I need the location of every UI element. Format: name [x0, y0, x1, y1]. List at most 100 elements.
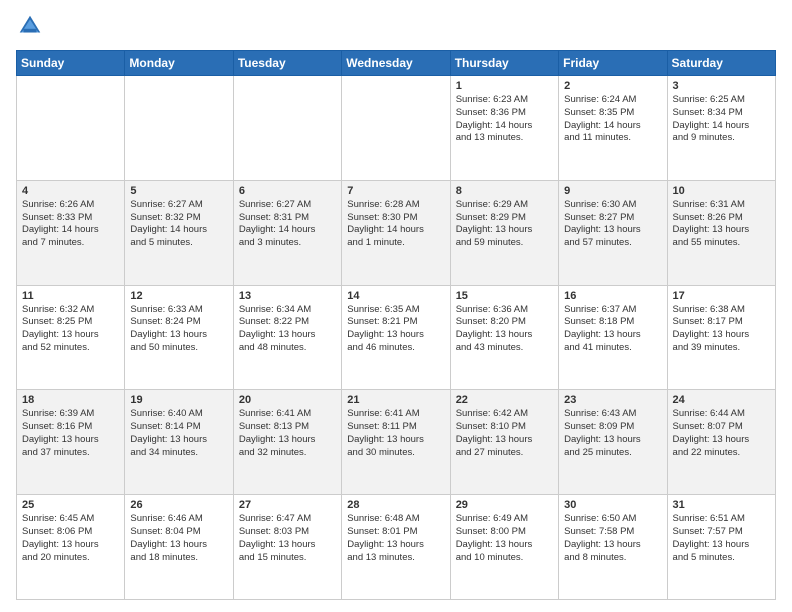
- calendar-cell: 26 Sunrise: 6:46 AM Sunset: 8:04 PM Dayli…: [125, 495, 233, 600]
- day-detail: Sunrise: 6:27 AM Sunset: 8:32 PM Dayligh…: [130, 199, 227, 250]
- day-detail: Sunrise: 6:33 AM Sunset: 8:24 PM Dayligh…: [130, 304, 227, 355]
- calendar-cell: 11 Sunrise: 6:32 AM Sunset: 8:25 PM Dayli…: [17, 285, 125, 390]
- calendar-cell: [125, 76, 233, 181]
- calendar-cell: 4 Sunrise: 6:26 AM Sunset: 8:33 PM Daylig…: [17, 180, 125, 285]
- calendar-cell: 24 Sunrise: 6:44 AM Sunset: 8:07 PM Dayli…: [667, 390, 775, 495]
- calendar-week-3: 11 Sunrise: 6:32 AM Sunset: 8:25 PM Dayli…: [17, 285, 776, 390]
- day-detail: Sunrise: 6:25 AM Sunset: 8:34 PM Dayligh…: [673, 94, 770, 145]
- day-detail: Sunrise: 6:34 AM Sunset: 8:22 PM Dayligh…: [239, 304, 336, 355]
- day-number: 27: [239, 499, 336, 511]
- day-number: 17: [673, 290, 770, 302]
- day-detail: Sunrise: 6:44 AM Sunset: 8:07 PM Dayligh…: [673, 408, 770, 459]
- day-detail: Sunrise: 6:39 AM Sunset: 8:16 PM Dayligh…: [22, 408, 119, 459]
- day-number: 13: [239, 290, 336, 302]
- day-number: 20: [239, 394, 336, 406]
- day-header-friday: Friday: [559, 51, 667, 76]
- day-number: 15: [456, 290, 553, 302]
- day-detail: Sunrise: 6:40 AM Sunset: 8:14 PM Dayligh…: [130, 408, 227, 459]
- page: SundayMondayTuesdayWednesdayThursdayFrid…: [0, 0, 792, 612]
- calendar-cell: 12 Sunrise: 6:33 AM Sunset: 8:24 PM Dayli…: [125, 285, 233, 390]
- day-number: 4: [22, 185, 119, 197]
- day-detail: Sunrise: 6:36 AM Sunset: 8:20 PM Dayligh…: [456, 304, 553, 355]
- day-detail: Sunrise: 6:45 AM Sunset: 8:06 PM Dayligh…: [22, 513, 119, 564]
- day-detail: Sunrise: 6:51 AM Sunset: 7:57 PM Dayligh…: [673, 513, 770, 564]
- calendar-cell: 10 Sunrise: 6:31 AM Sunset: 8:26 PM Dayli…: [667, 180, 775, 285]
- calendar-cell: 29Sunrise: 6:49 AM Sunset: 8:00 PM Dayli…: [450, 495, 558, 600]
- day-detail: Sunrise: 6:50 AM Sunset: 7:58 PM Dayligh…: [564, 513, 661, 564]
- day-number: 29: [456, 499, 553, 511]
- day-number: 3: [673, 80, 770, 92]
- calendar-table: SundayMondayTuesdayWednesdayThursdayFrid…: [16, 50, 776, 600]
- day-number: 24: [673, 394, 770, 406]
- header: [16, 12, 776, 40]
- day-number: 22: [456, 394, 553, 406]
- calendar-cell: 20 Sunrise: 6:41 AM Sunset: 8:13 PM Dayli…: [233, 390, 341, 495]
- day-detail: Sunrise: 6:31 AM Sunset: 8:26 PM Dayligh…: [673, 199, 770, 250]
- calendar-week-1: 1 Sunrise: 6:23 AM Sunset: 8:36 PM Daylig…: [17, 76, 776, 181]
- calendar-cell: 18 Sunrise: 6:39 AM Sunset: 8:16 PM Dayli…: [17, 390, 125, 495]
- day-number: 12: [130, 290, 227, 302]
- calendar-cell: 15 Sunrise: 6:36 AM Sunset: 8:20 PM Dayli…: [450, 285, 558, 390]
- calendar-cell: 2Sunrise: 6:24 AM Sunset: 8:35 PM Daylig…: [559, 76, 667, 181]
- calendar-cell: 6 Sunrise: 6:27 AM Sunset: 8:31 PM Daylig…: [233, 180, 341, 285]
- calendar-cell: 14Sunrise: 6:35 AM Sunset: 8:21 PM Dayli…: [342, 285, 450, 390]
- calendar-week-4: 18 Sunrise: 6:39 AM Sunset: 8:16 PM Dayli…: [17, 390, 776, 495]
- day-number: 26: [130, 499, 227, 511]
- calendar-cell: 16 Sunrise: 6:37 AM Sunset: 8:18 PM Dayli…: [559, 285, 667, 390]
- calendar-cell: 13 Sunrise: 6:34 AM Sunset: 8:22 PM Dayli…: [233, 285, 341, 390]
- day-header-monday: Monday: [125, 51, 233, 76]
- day-detail: Sunrise: 6:43 AM Sunset: 8:09 PM Dayligh…: [564, 408, 661, 459]
- day-header-wednesday: Wednesday: [342, 51, 450, 76]
- day-number: 19: [130, 394, 227, 406]
- day-detail: Sunrise: 6:48 AM Sunset: 8:01 PM Dayligh…: [347, 513, 444, 564]
- calendar-cell: 30Sunrise: 6:50 AM Sunset: 7:58 PM Dayli…: [559, 495, 667, 600]
- calendar-cell: 19 Sunrise: 6:40 AM Sunset: 8:14 PM Dayli…: [125, 390, 233, 495]
- day-number: 18: [22, 394, 119, 406]
- day-number: 16: [564, 290, 661, 302]
- day-detail: Sunrise: 6:23 AM Sunset: 8:36 PM Dayligh…: [456, 94, 553, 145]
- day-detail: Sunrise: 6:37 AM Sunset: 8:18 PM Dayligh…: [564, 304, 661, 355]
- calendar-cell: [233, 76, 341, 181]
- day-number: 25: [22, 499, 119, 511]
- day-detail: Sunrise: 6:27 AM Sunset: 8:31 PM Dayligh…: [239, 199, 336, 250]
- calendar-week-5: 25 Sunrise: 6:45 AM Sunset: 8:06 PM Dayli…: [17, 495, 776, 600]
- day-number: 5: [130, 185, 227, 197]
- calendar-cell: 8Sunrise: 6:29 AM Sunset: 8:29 PM Daylig…: [450, 180, 558, 285]
- day-detail: Sunrise: 6:47 AM Sunset: 8:03 PM Dayligh…: [239, 513, 336, 564]
- day-number: 10: [673, 185, 770, 197]
- calendar-cell: 5 Sunrise: 6:27 AM Sunset: 8:32 PM Daylig…: [125, 180, 233, 285]
- calendar-cell: 17Sunrise: 6:38 AM Sunset: 8:17 PM Dayli…: [667, 285, 775, 390]
- calendar-cell: [342, 76, 450, 181]
- calendar-cell: [17, 76, 125, 181]
- day-detail: Sunrise: 6:26 AM Sunset: 8:33 PM Dayligh…: [22, 199, 119, 250]
- day-number: 23: [564, 394, 661, 406]
- calendar-cell: 7Sunrise: 6:28 AM Sunset: 8:30 PM Daylig…: [342, 180, 450, 285]
- day-detail: Sunrise: 6:41 AM Sunset: 8:13 PM Dayligh…: [239, 408, 336, 459]
- day-header-thursday: Thursday: [450, 51, 558, 76]
- day-number: 31: [673, 499, 770, 511]
- calendar-cell: 21 Sunrise: 6:41 AM Sunset: 8:11 PM Dayli…: [342, 390, 450, 495]
- calendar-week-2: 4 Sunrise: 6:26 AM Sunset: 8:33 PM Daylig…: [17, 180, 776, 285]
- calendar-cell: 27 Sunrise: 6:47 AM Sunset: 8:03 PM Dayli…: [233, 495, 341, 600]
- day-header-sunday: Sunday: [17, 51, 125, 76]
- calendar-cell: 31 Sunrise: 6:51 AM Sunset: 7:57 PM Dayli…: [667, 495, 775, 600]
- day-number: 11: [22, 290, 119, 302]
- logo: [16, 12, 48, 40]
- day-number: 14: [347, 290, 444, 302]
- day-number: 6: [239, 185, 336, 197]
- day-number: 7: [347, 185, 444, 197]
- calendar-cell: 3 Sunrise: 6:25 AM Sunset: 8:34 PM Daylig…: [667, 76, 775, 181]
- calendar-cell: 9Sunrise: 6:30 AM Sunset: 8:27 PM Daylig…: [559, 180, 667, 285]
- day-number: 2: [564, 80, 661, 92]
- day-detail: Sunrise: 6:41 AM Sunset: 8:11 PM Dayligh…: [347, 408, 444, 459]
- day-number: 1: [456, 80, 553, 92]
- day-number: 21: [347, 394, 444, 406]
- day-detail: Sunrise: 6:46 AM Sunset: 8:04 PM Dayligh…: [130, 513, 227, 564]
- day-header-saturday: Saturday: [667, 51, 775, 76]
- day-detail: Sunrise: 6:30 AM Sunset: 8:27 PM Dayligh…: [564, 199, 661, 250]
- logo-icon: [16, 12, 44, 40]
- calendar-cell: 22Sunrise: 6:42 AM Sunset: 8:10 PM Dayli…: [450, 390, 558, 495]
- day-detail: Sunrise: 6:32 AM Sunset: 8:25 PM Dayligh…: [22, 304, 119, 355]
- day-detail: Sunrise: 6:29 AM Sunset: 8:29 PM Dayligh…: [456, 199, 553, 250]
- day-number: 28: [347, 499, 444, 511]
